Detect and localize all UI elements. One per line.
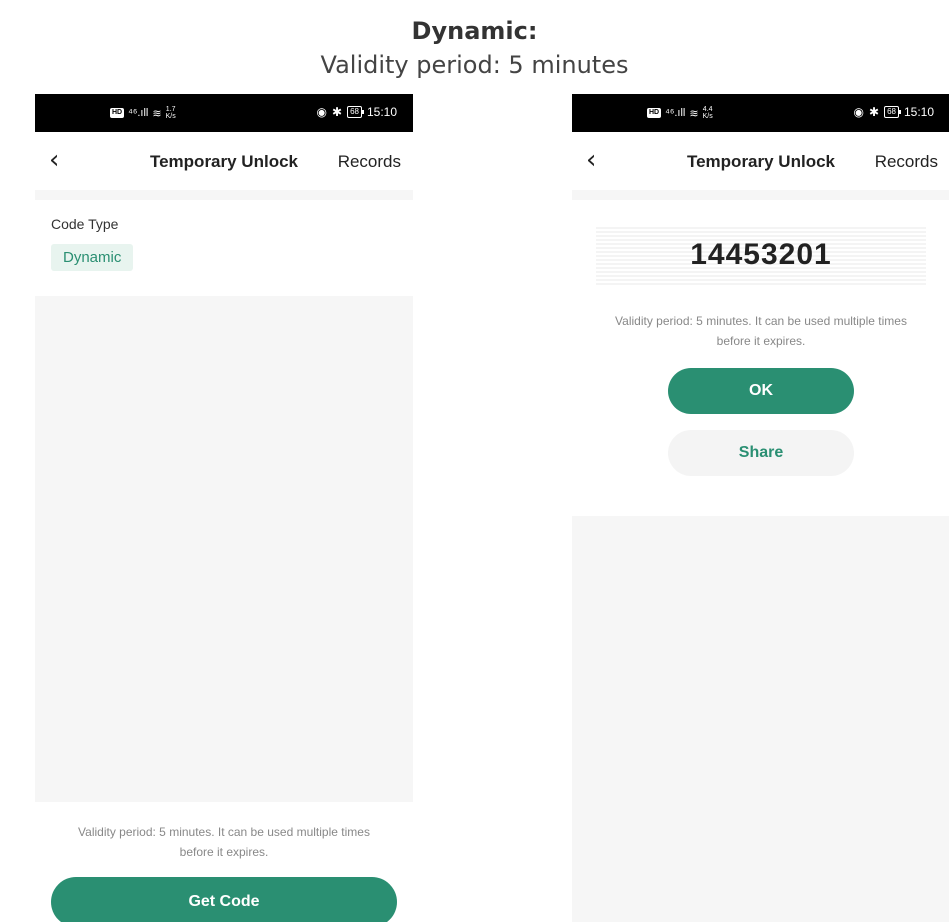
network-speed: 4.4 K/s	[702, 106, 713, 120]
heading: Dynamic: Validity period: 5 minutes	[0, 14, 949, 82]
code-result-section: 14453201 Validity period: 5 minutes. It …	[572, 200, 949, 516]
validity-hint: Validity period: 5 minutes. It can be us…	[78, 825, 370, 859]
status-time: 15:10	[903, 105, 934, 119]
code-type-label: Code Type	[51, 216, 119, 232]
records-link[interactable]: Records	[338, 152, 401, 172]
hd-icon: HD	[647, 108, 662, 118]
phone-screen-get-code: HD ⁴⁶.ıll ≋ 1.7 K/s ◉ ✱ 68 15:10 ‹ Tempo…	[35, 94, 413, 922]
empty-body	[572, 516, 949, 922]
divider-band	[572, 190, 949, 200]
heading-subtitle: Validity period: 5 minutes	[320, 51, 629, 79]
status-left: HD ⁴⁶.ıll ≋ 4.4 K/s	[647, 106, 713, 120]
share-button[interactable]: Share	[668, 430, 854, 476]
battery-icon: 68	[347, 106, 364, 118]
get-code-button[interactable]: Get Code	[51, 877, 397, 922]
status-time: 15:10	[366, 105, 397, 119]
unlock-code: 14453201	[596, 225, 926, 285]
validity-hint: Validity period: 5 minutes. It can be us…	[615, 314, 907, 348]
wifi-icon: ≋	[689, 107, 699, 120]
phone-screen-code-result: HD ⁴⁶.ıll ≋ 4.4 K/s ◉ ✱ 68 15:10 ‹ Tempo…	[572, 94, 949, 922]
hd-icon: HD	[110, 108, 125, 118]
heading-title: Dynamic:	[411, 17, 538, 45]
network-speed: 1.7 K/s	[165, 106, 176, 120]
code-type-chip-dynamic[interactable]: Dynamic	[51, 244, 134, 271]
status-right: ◉ ✱ 68 15:10	[854, 105, 934, 119]
divider-band	[35, 190, 413, 200]
wifi-icon: ≋	[152, 107, 162, 120]
nav-bar: ‹ Temporary Unlock Records	[35, 132, 413, 190]
bluetooth-icon: ✱	[869, 105, 880, 119]
bluetooth-icon: ✱	[332, 105, 343, 119]
eye-icon: ◉	[853, 105, 864, 119]
eye-icon: ◉	[316, 105, 327, 119]
code-type-section: Code Type Dynamic	[35, 200, 413, 296]
battery-icon: 68	[884, 106, 901, 118]
records-link[interactable]: Records	[875, 152, 938, 172]
status-bar: HD ⁴⁶.ıll ≋ 1.7 K/s ◉ ✱ 68 15:10	[35, 94, 413, 132]
status-right: ◉ ✱ 68 15:10	[317, 105, 397, 119]
status-bar: HD ⁴⁶.ıll ≋ 4.4 K/s ◉ ✱ 68 15:10	[572, 94, 949, 132]
nav-bar: ‹ Temporary Unlock Records	[572, 132, 949, 190]
empty-body	[35, 296, 413, 802]
signal-icon: ⁴⁶.ıll	[665, 107, 686, 119]
ok-button[interactable]: OK	[668, 368, 854, 414]
status-left: HD ⁴⁶.ıll ≋ 1.7 K/s	[110, 106, 176, 120]
footer: Validity period: 5 minutes. It can be us…	[35, 802, 413, 922]
signal-icon: ⁴⁶.ıll	[128, 107, 149, 119]
